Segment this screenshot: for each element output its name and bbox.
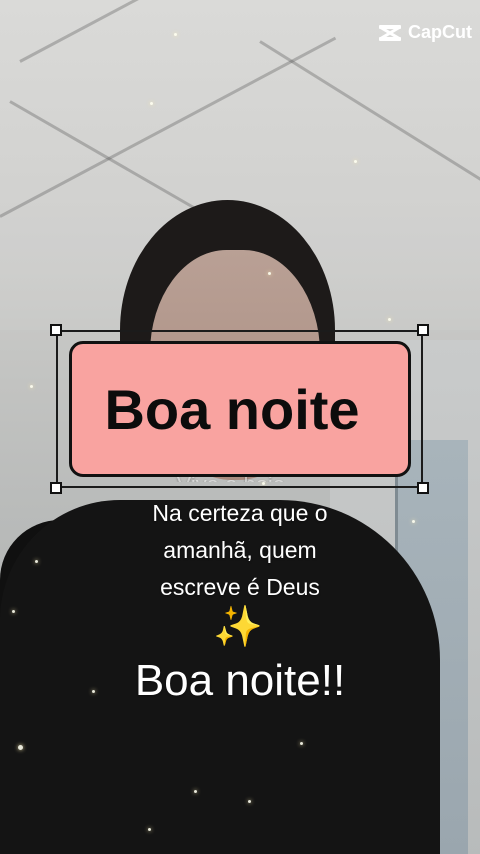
resize-handle-top-right[interactable] xyxy=(417,324,429,336)
selection-box[interactable] xyxy=(56,330,423,488)
resize-handle-top-left[interactable] xyxy=(50,324,62,336)
video-canvas[interactable]: CapCut Viva o hoje... Na certeza que o a… xyxy=(0,0,480,854)
caption-line-4: escreve é Deus xyxy=(160,574,320,600)
sparkle-particle xyxy=(248,800,251,803)
caption-line-3: amanhã, quem xyxy=(163,537,317,563)
resize-handle-bottom-right[interactable] xyxy=(417,482,429,494)
sparkle-particle xyxy=(354,160,357,163)
sparkle-particle xyxy=(268,272,271,275)
capcut-wordmark: CapCut xyxy=(408,22,472,42)
sparkle-particle xyxy=(388,318,391,321)
caption-line-2: Na certeza que o xyxy=(152,500,328,526)
sparkle-particle xyxy=(174,33,177,36)
sparkle-particle xyxy=(194,790,197,793)
sparkle-particle xyxy=(18,745,23,750)
sparkle-particle xyxy=(12,610,15,613)
sparkle-particle xyxy=(30,385,33,388)
resize-handle-bottom-left[interactable] xyxy=(50,482,62,494)
capcut-watermark: CapCut xyxy=(378,22,472,43)
capcut-logo-icon xyxy=(379,24,401,41)
sparkle-particle xyxy=(300,742,303,745)
sparkle-particle xyxy=(150,102,153,105)
sparkles-icon: ✨ xyxy=(213,604,263,650)
sparkle-particle xyxy=(148,828,151,831)
caption-closing: Boa noite!! xyxy=(134,656,346,705)
